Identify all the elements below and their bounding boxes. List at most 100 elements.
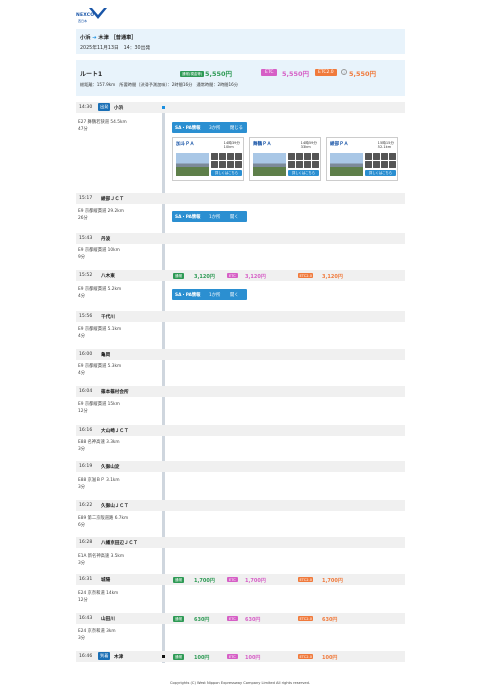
ic-time: 16:46 <box>79 654 93 659</box>
segment-duration: 12分 <box>78 408 88 414</box>
toll-normal-price: 1,700円 <box>194 577 215 584</box>
segment-info: E88 名神高速 3.3km 3分 <box>78 440 120 453</box>
ic-name: 城陽 <box>101 578 111 583</box>
facility-icon <box>372 153 381 161</box>
segment-info: E1A 新名神高速 3.5km 3分 <box>78 554 124 567</box>
facility-icon <box>218 153 227 161</box>
info-icon[interactable]: i <box>341 69 347 75</box>
sapa-card: 加斗ＰＡ 14時39分 10km 詳しくはこちら <box>172 137 244 181</box>
ic-name: 八木東 <box>101 274 115 279</box>
ic-time: 16:31 <box>79 577 93 582</box>
sapa-photo <box>330 153 363 176</box>
sapa-details-button[interactable]: 詳しくはこちら <box>365 170 396 176</box>
sapa-details-button[interactable]: 詳しくはこちら <box>211 170 242 176</box>
segment-info: E24 京奈和道 14km 12分 <box>78 591 118 604</box>
facility-icon <box>295 160 304 168</box>
facility-icons <box>365 153 396 168</box>
facility-icon <box>295 153 304 161</box>
facility-icon <box>234 160 242 168</box>
segment-duration: 4分 <box>78 370 86 376</box>
toll-etc-badge: ETC <box>227 273 238 279</box>
sapa-toggle-button[interactable]: SA・PA情報 3か所 閉じる <box>172 122 247 133</box>
toll-normal-badge: 通常 <box>173 616 185 623</box>
segment-info: E89 第二京阪道路 6.7km 6分 <box>78 516 128 529</box>
ic-row: 16:19 久御山淀 <box>76 461 405 472</box>
toll-etc2-price: 630円 <box>322 616 338 623</box>
toll-etc-price: 3,120円 <box>245 273 266 280</box>
sapa-count: 3か所 <box>209 126 221 131</box>
sapa-card: 舞鶴ＰＡ 14時59分 33km 詳しくはこちら <box>249 137 321 181</box>
segment-road: E9 京都縦貫道 5.2km <box>78 287 122 292</box>
facility-icon <box>311 153 319 161</box>
facility-icon <box>288 153 296 161</box>
ic-name: 八幡京田辺ＪＣＴ <box>101 541 138 546</box>
sapa-name: 加斗ＰＡ <box>176 142 195 147</box>
ic-row: 15:17 綾部ＪＣＴ <box>76 193 405 204</box>
route-name: ルート1 <box>80 71 103 78</box>
sapa-info: 14時59分 33km <box>301 141 317 150</box>
toll-normal-badge: 通常 <box>173 654 185 661</box>
toll-etc-badge: ETC <box>227 616 238 622</box>
sapa-label: SA・PA情報 <box>175 215 201 220</box>
ic-time: 16:19 <box>79 464 93 469</box>
toll-normal-badge: 通常 <box>173 273 185 280</box>
arrival-tag: 到着 <box>98 652 111 660</box>
facility-icon <box>211 160 219 168</box>
facility-icon <box>365 160 373 168</box>
facility-icon <box>303 160 312 168</box>
toll-normal-price: 3,120円 <box>194 273 215 280</box>
segment-road: E24 京奈和道 3km <box>78 629 116 634</box>
segment-road: E88 名神高速 3.3km <box>78 440 120 445</box>
ic-row: 14:30 出発 小浜 <box>76 102 405 113</box>
sapa-toggle-button[interactable]: SA・PA情報 1か所 開く <box>172 211 247 222</box>
sapa-label: SA・PA情報 <box>175 293 201 298</box>
segment-duration: 3分 <box>78 560 86 566</box>
sapa-count: 1か所 <box>209 293 221 298</box>
segment-road: E27 舞鶴若狭道 54.5km <box>78 120 127 125</box>
facility-icon <box>311 160 319 168</box>
segment-duration: 9分 <box>78 254 86 260</box>
segment-info: E88 京滋ＢＰ 3.1km 3分 <box>78 478 120 491</box>
sapa-details-button[interactable]: 詳しくはこちら <box>288 170 319 176</box>
ic-row: 16:46 到着 木津 通常 100円 ETC 100円 ETC2.0 100円 <box>76 651 405 662</box>
segment-road: E9 京都縦貫道 10km <box>78 248 120 253</box>
toll-etc2-badge: ETC2.0 <box>298 577 314 583</box>
sapa-toggle-button[interactable]: SA・PA情報 1か所 開く <box>172 289 247 300</box>
nexco-logo[interactable]: NEXCO 西日本 <box>76 8 108 26</box>
segment-duration: 12分 <box>78 597 88 603</box>
sapa-action: 開く <box>230 293 239 298</box>
segment-road: E89 第二京阪道路 6.7km <box>78 516 129 521</box>
ic-time: 14:30 <box>79 105 93 110</box>
segment-road: E24 京奈和道 14km <box>78 591 119 596</box>
ic-row: 15:52 八木東 通常 3,120円 ETC 3,120円 ETC2.0 3,120円 <box>76 270 405 281</box>
facility-icon <box>226 160 235 168</box>
segment-road: E88 京滋ＢＰ 3.1km <box>78 478 120 483</box>
arrow-right-icon: ➔ <box>92 35 97 41</box>
toll-etc2-price: 100円 <box>322 654 338 661</box>
route-datetime: 2025年11月13日 14：30出発 <box>80 46 151 51</box>
ic-time: 15:43 <box>79 236 93 241</box>
segment-duration: 47分 <box>78 126 88 132</box>
segment-info: E24 京奈和道 3km 3分 <box>78 629 116 642</box>
toll-etc2-price: 1,700円 <box>322 577 343 584</box>
ic-row: 15:56 千代川 <box>76 311 405 322</box>
toll-etc-price: 1,700円 <box>245 577 266 584</box>
sapa-distance: 10km <box>223 145 234 150</box>
ic-name: 木津 <box>114 655 124 660</box>
facility-icon <box>380 160 389 168</box>
facility-icon <box>234 153 242 161</box>
sapa-info: 15時15分 52.1km <box>378 141 394 150</box>
segment-info: E9 京都縦貫道 5.1km 4分 <box>78 327 121 340</box>
sapa-count: 1か所 <box>209 215 221 220</box>
route-summary: ルート1 通常(現金等) 5,550円 ETC 5,550円 ETC2.0 i … <box>76 60 405 96</box>
toll-normal-badge: 通常 <box>173 577 185 584</box>
ic-name: 小浜 <box>114 106 124 111</box>
ic-name: 丹波 <box>101 237 111 242</box>
ic-name: 久御山淀 <box>101 465 120 470</box>
normal-price: 5,550円 <box>205 70 233 78</box>
toll-etc-badge: ETC <box>227 577 238 583</box>
facility-icon <box>288 160 296 168</box>
facility-icon <box>388 160 396 168</box>
ic-time: 16:04 <box>79 389 93 394</box>
logo-subtext: 西日本 <box>78 19 88 23</box>
